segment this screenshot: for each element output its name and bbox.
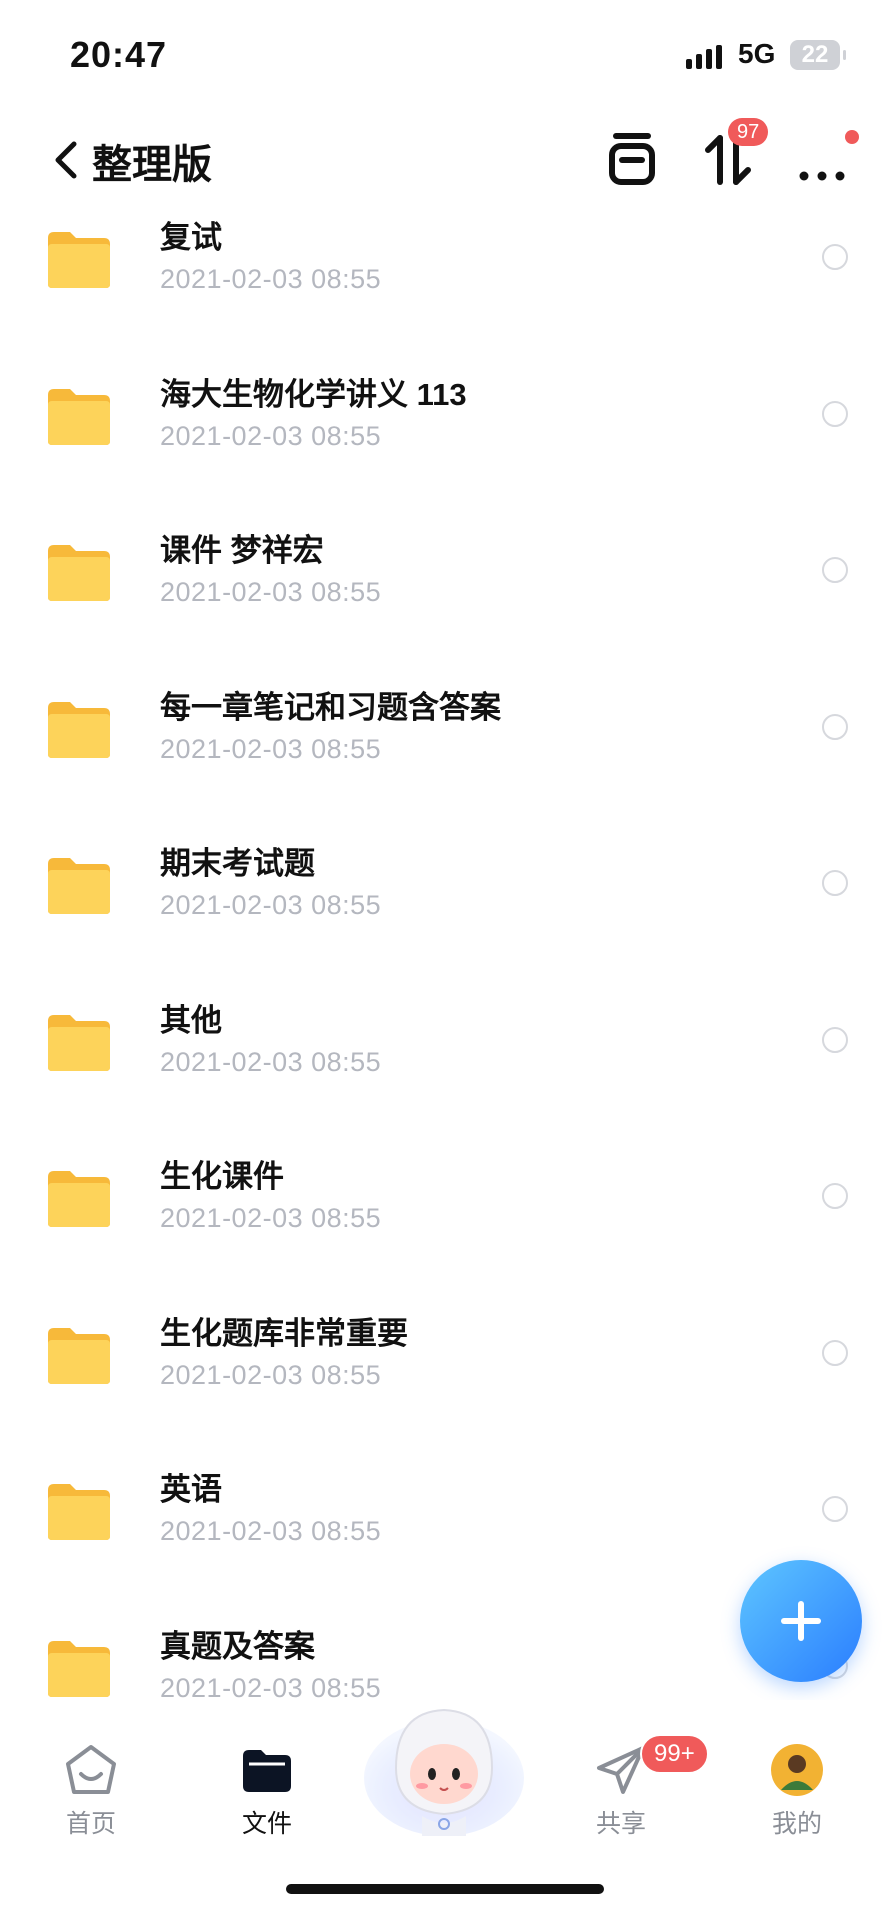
file-name: 期末考试题 <box>160 846 315 881</box>
home-indicator <box>286 1884 604 1894</box>
share-badge: 99+ <box>640 1734 709 1774</box>
tab-home[interactable]: 首页 <box>36 1742 146 1840</box>
file-date: 2021-02-03 08:55 <box>160 577 382 607</box>
tab-files[interactable]: 文件 <box>212 1742 322 1840</box>
folder-icon <box>48 1171 110 1227</box>
select-radio[interactable] <box>822 1026 848 1053</box>
tab-files-label: 文件 <box>241 1810 292 1838</box>
folder-icon <box>48 1327 110 1384</box>
notification-dot <box>845 130 859 144</box>
file-date: 2021-02-03 08:55 <box>160 420 382 451</box>
file-name: 海大生物化学讲义 113 <box>160 376 467 412</box>
file-name: 复试 <box>160 220 222 255</box>
file-date: 2021-02-03 08:55 <box>160 890 382 920</box>
list-item[interactable]: 生化课件 2021-02-03 08:55 <box>0 1149 888 1306</box>
select-radio[interactable] <box>822 244 848 270</box>
file-date: 2021-02-03 08:55 <box>160 733 382 764</box>
list-item[interactable]: 期末考试题 2021-02-03 08:55 <box>0 836 888 993</box>
file-date: 2021-02-03 08:55 <box>160 1672 382 1703</box>
avatar <box>771 1744 823 1796</box>
folder-icon <box>48 1014 110 1071</box>
file-name: 生化课件 <box>160 1159 284 1194</box>
file-name: 课件 梦祥宏 <box>160 533 324 568</box>
file-name: 其他 <box>160 1002 222 1038</box>
tab-share-label: 共享 <box>595 1810 646 1838</box>
folder-icon <box>48 858 110 914</box>
file-name: 英语 <box>160 1472 222 1507</box>
folder-icon <box>48 545 110 601</box>
select-radio[interactable] <box>822 713 848 740</box>
network-label: 5G <box>738 38 776 69</box>
sort-badge: 97 <box>728 118 769 146</box>
tab-me[interactable]: 我的 <box>742 1742 852 1840</box>
folder-filled-icon <box>243 1750 291 1792</box>
archive-box-icon[interactable] <box>602 130 662 190</box>
select-radio[interactable] <box>822 400 848 427</box>
add-button[interactable] <box>740 1560 862 1682</box>
mascot-button[interactable] <box>362 1690 526 1840</box>
file-date: 2021-02-03 08:55 <box>160 1516 382 1546</box>
list-item[interactable]: 每一章笔记和习题含答案 2021-02-03 08:55 <box>0 680 888 837</box>
file-date: 2021-02-03 08:55 <box>160 1046 382 1077</box>
status-bar: 20:47 5G 22 <box>0 0 888 110</box>
page-title: 整理版 <box>92 143 212 187</box>
select-radio[interactable] <box>822 1183 848 1209</box>
folder-icon <box>48 232 110 288</box>
battery-indicator: 22 <box>790 40 846 70</box>
list-item[interactable]: 海大生物化学讲义 113 2021-02-03 08:55 <box>0 367 888 524</box>
list-item[interactable]: 生化题库非常重要 2021-02-03 08:55 <box>0 1306 888 1463</box>
file-list: 复试 2021-02-03 08:55 海大生物化学讲义 113 2021-02… <box>0 210 888 1775</box>
select-radio[interactable] <box>822 1496 848 1522</box>
folder-icon <box>48 1640 110 1697</box>
file-name: 每一章笔记和习题含答案 <box>160 689 501 725</box>
home-face-icon <box>66 1745 116 1794</box>
folder-icon <box>48 701 110 758</box>
list-item[interactable]: 课件 梦祥宏 2021-02-03 08:55 <box>0 523 888 680</box>
select-radio[interactable] <box>822 1339 848 1366</box>
file-date: 2021-02-03 08:55 <box>160 264 382 294</box>
chevron-left-icon[interactable] <box>48 132 88 188</box>
file-name: 生化题库非常重要 <box>160 1315 408 1351</box>
signal-icon <box>686 45 722 69</box>
list-item[interactable]: 其他 2021-02-03 08:55 <box>0 993 888 1150</box>
select-radio[interactable] <box>822 557 848 583</box>
folder-icon <box>48 388 110 445</box>
more-dots-icon[interactable] <box>792 130 852 190</box>
folder-icon <box>48 1484 110 1540</box>
tab-home-label: 首页 <box>65 1810 116 1838</box>
status-time: 20:47 <box>70 34 168 75</box>
file-name: 真题及答案 <box>160 1628 315 1664</box>
file-date: 2021-02-03 08:55 <box>160 1203 382 1233</box>
file-date: 2021-02-03 08:55 <box>160 1359 382 1390</box>
list-item[interactable]: 复试 2021-02-03 08:55 <box>0 210 888 367</box>
select-radio[interactable] <box>822 870 848 896</box>
tab-me-label: 我的 <box>771 1810 822 1838</box>
